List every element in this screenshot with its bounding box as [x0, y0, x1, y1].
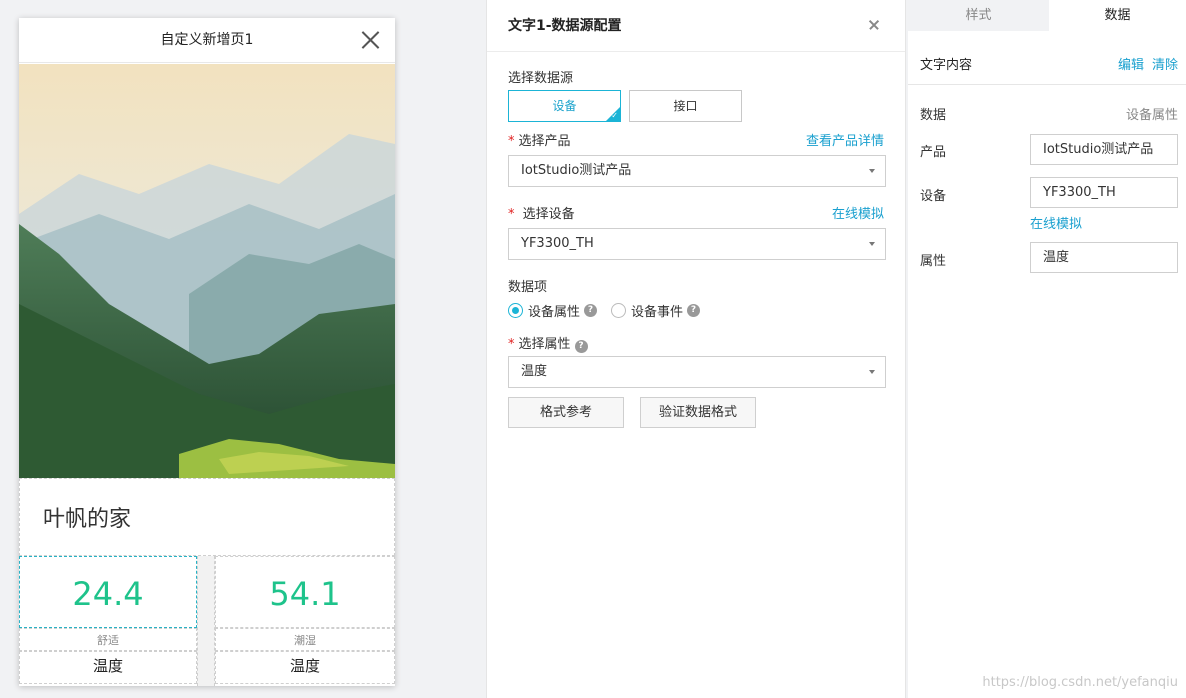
phone-preview: 自定义新增页1 叶帆的家 24.4 舒适 温度 54.1 潮湿 温度 — [19, 18, 395, 686]
product-select[interactable]: IotStudio测试产品 — [508, 155, 886, 187]
attribute-prop-field[interactable]: 温度 — [1030, 242, 1178, 273]
product-label: * 选择产品 — [508, 134, 571, 149]
attribute-select-value: 温度 — [521, 364, 548, 379]
landscape-image — [19, 64, 395, 478]
data-item-radio-group: 设备属性 ? 设备事件 ? — [508, 301, 714, 320]
text-content-actions: 编辑 清除 — [1110, 54, 1178, 73]
column-spacer — [197, 556, 215, 686]
device-prop-label: 设备 — [920, 189, 947, 204]
property-panel: 样式 数据 文字内容 编辑 清除 数据 设备属性 产品 IotStudio测试产品… — [908, 0, 1186, 698]
config-title: 文字1-数据源配置 — [508, 18, 622, 34]
temperature-label[interactable]: 温度 — [19, 651, 197, 684]
home-title[interactable]: 叶帆的家 — [19, 478, 395, 556]
phone-header: 自定义新增页1 — [19, 18, 395, 63]
config-header: 文字1-数据源配置 — [487, 0, 905, 52]
product-prop-field[interactable]: IotStudio测试产品 — [1030, 134, 1178, 165]
radio-device-event[interactable]: 设备事件 ? — [611, 301, 701, 320]
product-prop-label: 产品 — [920, 145, 947, 160]
prop-online-simulate-link[interactable]: 在线模拟 — [1030, 213, 1082, 232]
attribute-label: * 选择属性? — [508, 333, 588, 353]
help-icon[interactable]: ? — [584, 303, 598, 317]
attribute-prop-label: 属性 — [920, 254, 947, 269]
temperature-value[interactable]: 24.4 — [19, 556, 197, 628]
edit-link[interactable]: 编辑 — [1118, 58, 1144, 73]
datasource-config-panel: 文字1-数据源配置 选择数据源 设备 ✓ 接口 * 选择产品 查看产品详情 Iot… — [486, 0, 906, 698]
temperature-status[interactable]: 舒适 — [19, 628, 197, 651]
divider — [908, 84, 1186, 85]
watermark: https://blog.csdn.net/yefanqiu — [982, 675, 1178, 690]
device-select-value: YF3300_TH — [521, 236, 594, 251]
source-device-label: 设备 — [552, 99, 577, 113]
caret-down-icon — [869, 370, 875, 374]
text-content-label: 文字内容 — [920, 58, 973, 73]
data-value: 设备属性 — [1125, 108, 1178, 123]
radio-device-property[interactable]: 设备属性 ? — [508, 301, 598, 320]
clear-link[interactable]: 清除 — [1152, 58, 1178, 73]
verify-format-button[interactable]: 验证数据格式 — [640, 397, 756, 428]
source-device-button[interactable]: 设备 ✓ — [508, 90, 621, 122]
caret-down-icon — [869, 242, 875, 246]
radio-unchecked-icon — [611, 302, 627, 318]
data-item-label: 数据项 — [508, 280, 548, 295]
device-select[interactable]: YF3300_TH — [508, 228, 886, 260]
property-tabs: 样式 数据 — [908, 0, 1186, 31]
close-icon[interactable] — [869, 20, 879, 30]
radio-checked-icon — [508, 302, 523, 318]
product-detail-link[interactable]: 查看产品详情 — [806, 130, 884, 149]
tab-data[interactable]: 数据 — [1049, 0, 1186, 31]
caret-down-icon — [869, 169, 875, 173]
source-label: 选择数据源 — [508, 71, 574, 86]
phone-page-title: 自定义新增页1 — [160, 32, 254, 48]
product-select-value: IotStudio测试产品 — [521, 163, 632, 178]
format-reference-button[interactable]: 格式参考 — [508, 397, 624, 428]
online-simulate-link[interactable]: 在线模拟 — [832, 203, 884, 222]
humidity-value[interactable]: 54.1 — [215, 556, 395, 628]
help-icon[interactable]: ? — [687, 303, 701, 317]
device-prop-field[interactable]: YF3300_TH — [1030, 177, 1178, 208]
attribute-select[interactable]: 温度 — [508, 356, 886, 388]
source-api-button[interactable]: 接口 — [629, 90, 742, 122]
help-icon[interactable]: ? — [574, 340, 588, 353]
device-label: * 选择设备 — [508, 207, 575, 222]
humidity-label[interactable]: 温度 — [215, 651, 395, 684]
humidity-status[interactable]: 潮湿 — [215, 628, 395, 651]
data-label: 数据 — [920, 108, 947, 123]
close-icon[interactable] — [361, 31, 379, 49]
check-icon: ✓ — [611, 111, 618, 120]
source-api-label: 接口 — [673, 99, 698, 113]
tab-style[interactable]: 样式 — [908, 0, 1049, 31]
